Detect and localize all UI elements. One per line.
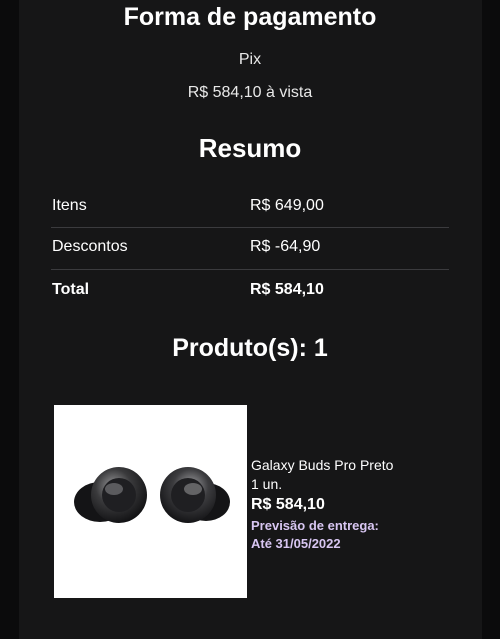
products-title: Produto(s): 1 [172,334,328,362]
product-quantity: 1 un. [251,476,283,492]
summary-row-items: Itens R$ 649,00 [51,186,449,227]
summary-label: Itens [52,197,87,214]
payment-amount: R$ 584,10 à vista [187,84,313,101]
summary-title: Resumo [198,133,302,163]
summary-label: Total [52,281,90,298]
summary-value: R$ 649,00 [250,197,324,214]
summary-value: R$ -64,90 [250,238,321,255]
payment-method: Pix [238,51,262,68]
earbuds-image [74,467,230,523]
delivery-date: Até 31/05/2022 [251,536,341,551]
summary-row-total: Total R$ 584,10 [51,270,449,311]
summary-label: Descontos [52,238,128,255]
summary-value: R$ 584,10 [250,281,324,298]
payment-title: Forma de pagamento [123,3,377,31]
delivery-label: Previsão de entrega: [251,518,379,533]
product-image[interactable] [54,405,247,598]
product-price: R$ 584,10 [251,496,325,513]
summary-row-discounts: Descontos R$ -64,90 [51,227,449,268]
product-name[interactable]: Galaxy Buds Pro Preto [251,457,393,473]
